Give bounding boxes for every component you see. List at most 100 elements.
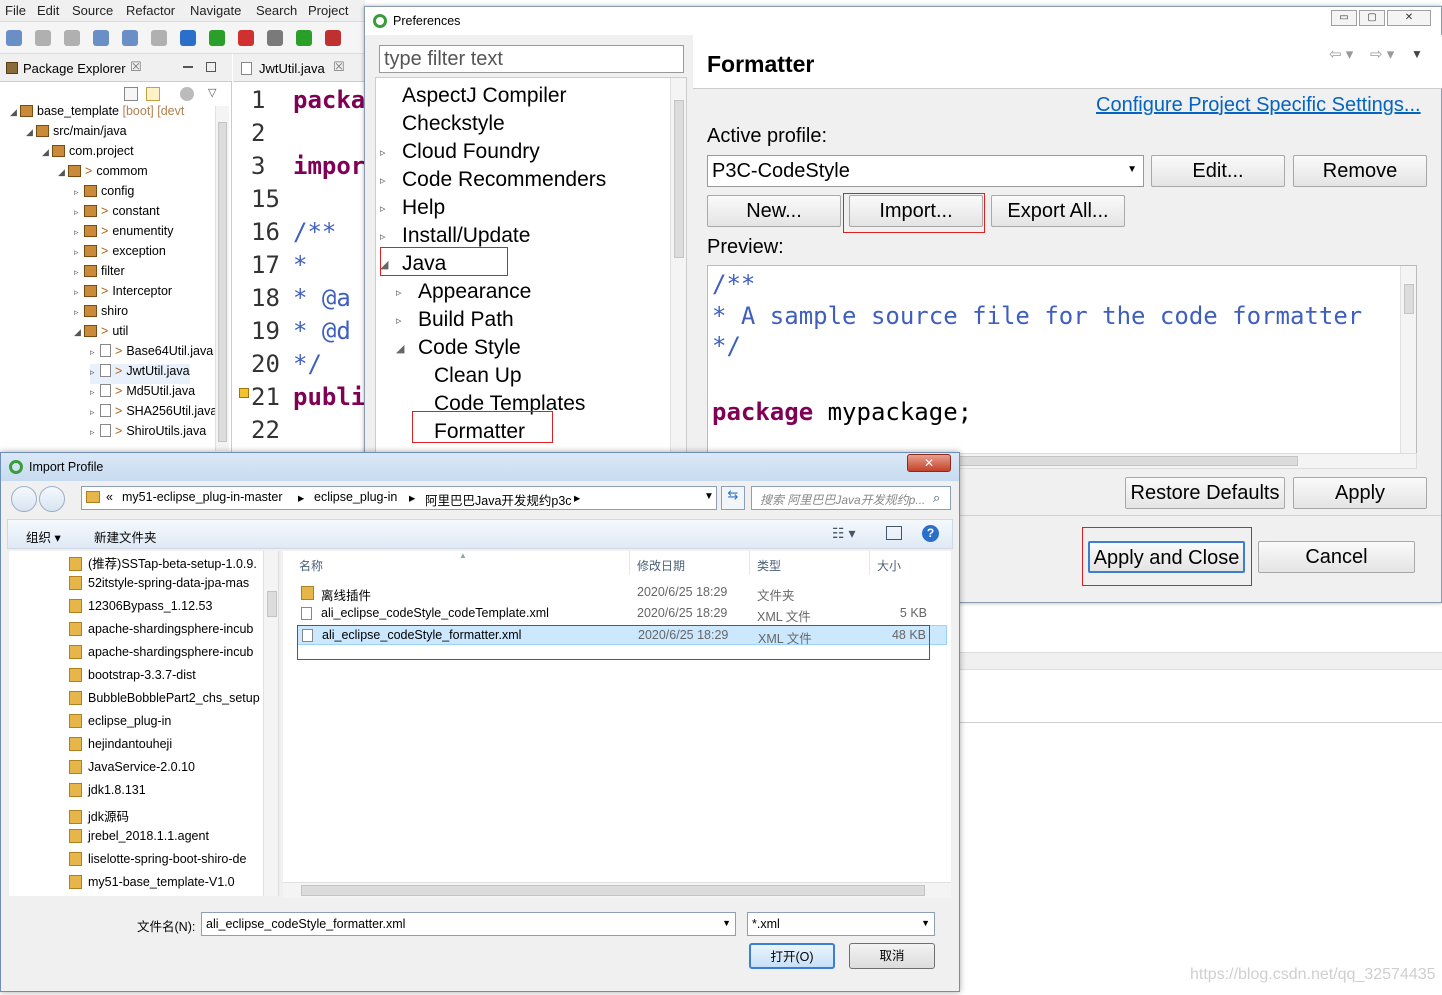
file-list-hscrollbar[interactable] — [283, 882, 951, 898]
folder-tree-item[interactable]: eclipse_plug-in — [69, 714, 171, 728]
expand-icon[interactable]: ▹ — [74, 247, 84, 258]
expand-icon[interactable]: ◢ — [10, 107, 20, 118]
folder-tree-item[interactable]: 52itstyle-spring-data-jpa-mas — [69, 576, 249, 590]
menu-navigate[interactable]: Navigate — [190, 3, 241, 18]
package-tree-item[interactable]: ▹ > constant — [74, 204, 160, 224]
maximize-button[interactable]: ▢ — [1359, 10, 1385, 26]
code-line[interactable]: * — [293, 251, 307, 279]
expand-icon[interactable]: ◢ — [74, 327, 84, 338]
preferences-tree-item[interactable]: AspectJ Compiler — [402, 84, 567, 108]
help-icon[interactable]: ? — [922, 525, 939, 542]
run-icon[interactable] — [209, 30, 225, 46]
file-list[interactable]: 名称 修改日期 类型 大小 ▲ 离线插件 2020/6/25 18:29 文件夹 al… — [283, 551, 951, 898]
menu-source[interactable]: Source — [72, 3, 113, 18]
pin-icon[interactable] — [122, 30, 138, 46]
package-tree-item[interactable]: ▹ > SHA256Util.java — [90, 404, 217, 424]
save-icon[interactable] — [35, 30, 51, 46]
expand-icon[interactable]: ▹ — [74, 307, 84, 318]
package-tree-item[interactable]: ▹ > enumentity — [74, 224, 173, 244]
close-button[interactable]: ✕ — [907, 454, 951, 472]
forward-icon[interactable]: ⇨ ▾ — [1370, 45, 1394, 63]
text-icon[interactable] — [180, 30, 196, 46]
preview-pane-icon[interactable] — [886, 526, 902, 540]
view-options-icon[interactable]: ☷ ▾ — [832, 525, 855, 542]
filter-input[interactable]: type filter text — [379, 45, 684, 73]
preferences-tree-item[interactable]: Help — [402, 196, 445, 220]
collapse-all-icon[interactable] — [124, 87, 138, 101]
play-icon[interactable] — [296, 30, 312, 46]
minimize-icon[interactable] — [183, 66, 193, 68]
expand-icon[interactable]: ▹ — [90, 427, 100, 438]
cancel-button[interactable]: 取消 — [849, 943, 935, 969]
package-tree-item[interactable]: ◢ > commom — [58, 164, 148, 184]
folder-tree-item[interactable]: 12306Bypass_1.12.53 — [69, 599, 212, 613]
back-button[interactable] — [11, 486, 37, 512]
expand-icon[interactable]: ▹ — [74, 227, 84, 238]
cancel-button[interactable]: Cancel — [1258, 541, 1415, 573]
package-tree-item[interactable]: ▹ > Base64Util.java — [90, 344, 213, 364]
preferences-tree-item[interactable]: Checkstyle — [402, 112, 505, 136]
folder-tree-item[interactable]: BubbleBobblePart2_chs_setup — [69, 691, 260, 705]
expand-icon[interactable]: ▹ — [380, 146, 386, 159]
maximize-icon[interactable] — [206, 62, 216, 72]
new-button[interactable]: New... — [707, 195, 841, 227]
code-line[interactable]: publi — [293, 383, 365, 411]
filetype-select[interactable]: *.xml ▼ — [747, 912, 935, 936]
new-folder-button[interactable]: 新建文件夹 — [94, 527, 157, 546]
preferences-tree-item[interactable]: Clean Up — [434, 364, 522, 388]
preferences-tree-item[interactable]: Code Style — [418, 336, 521, 360]
chevron-down-icon[interactable]: ▽ — [208, 86, 216, 99]
folder-tree-item[interactable]: jrebel_2018.1.1.agent — [69, 829, 209, 843]
path-segment[interactable]: my51-eclipse_plug-in-master — [122, 490, 282, 504]
save-all-icon[interactable] — [64, 30, 80, 46]
link-with-editor-icon[interactable] — [146, 87, 160, 101]
address-bar[interactable]: « my51-eclipse_plug-in-master ▸ eclipse_… — [81, 486, 717, 510]
expand-icon[interactable]: ▹ — [380, 174, 386, 187]
image-icon[interactable] — [151, 30, 167, 46]
package-tree-item[interactable]: ▹ > exception — [74, 244, 166, 264]
package-tree-item[interactable]: ◢ base_template [boot] [devt — [10, 104, 184, 124]
expand-icon[interactable]: ▹ — [74, 187, 84, 198]
expand-icon[interactable]: ▹ — [90, 347, 100, 358]
package-tree-item[interactable]: ▹ > Md5Util.java — [90, 384, 195, 404]
apply-button[interactable]: Apply — [1293, 477, 1427, 509]
column-type[interactable]: 类型 — [757, 557, 781, 574]
column-name[interactable]: 名称 — [299, 557, 323, 574]
active-profile-select[interactable]: P3C-CodeStyle ▼ — [707, 155, 1144, 187]
filename-input[interactable]: ali_eclipse_codeStyle_formatter.xml ▼ — [201, 912, 736, 936]
console-icon[interactable] — [93, 30, 109, 46]
forward-button[interactable] — [39, 486, 65, 512]
package-tree-item[interactable]: ◢ src/main/java — [26, 124, 127, 144]
chevron-down-icon[interactable]: ▼ — [722, 918, 731, 928]
debug-icon[interactable] — [267, 30, 283, 46]
folder-tree-item[interactable]: jdk1.8.131 — [69, 783, 146, 797]
tree-scrollbar[interactable] — [670, 78, 686, 456]
minimize-button[interactable]: ▭ — [1331, 10, 1357, 26]
expand-icon[interactable]: ▹ — [90, 367, 100, 378]
package-tree-item[interactable]: ▹ > ShiroUtils.java — [90, 424, 206, 444]
expand-icon[interactable]: ◢ — [58, 167, 68, 178]
restore-defaults-button[interactable]: Restore Defaults — [1125, 477, 1285, 509]
package-tree-item[interactable]: ▹ > JwtUtil.java — [90, 364, 190, 384]
folder-tree-item[interactable]: apache-shardingsphere-incub — [69, 645, 253, 659]
expand-icon[interactable]: ▹ — [74, 267, 84, 278]
menu-edit[interactable]: Edit — [37, 3, 59, 18]
package-tree-item[interactable]: ▹ filter — [74, 264, 125, 284]
code-line[interactable]: packa — [293, 86, 365, 114]
folder-tree-item[interactable]: my51-base_template-V1.0 — [69, 875, 235, 889]
package-tree-item[interactable]: ▹ config — [74, 184, 134, 204]
folder-tree-item[interactable]: (推荐)SSTap-beta-setup-1.0.9. — [69, 553, 257, 572]
menu-search[interactable]: Search — [256, 3, 297, 18]
preferences-tree-item[interactable]: Install/Update — [402, 224, 530, 248]
folder-tree-item[interactable]: jdk源码 — [69, 806, 129, 825]
code-line[interactable]: /** — [293, 218, 336, 246]
file-row[interactable]: ali_eclipse_codeStyle_codeTemplate.xml 20… — [297, 604, 947, 624]
organize-button[interactable]: 组织 ▾ — [26, 527, 61, 546]
expand-icon[interactable]: ▹ — [90, 387, 100, 398]
stop-icon[interactable] — [238, 30, 254, 46]
preview-scrollbar[interactable] — [1400, 266, 1416, 454]
search-icon[interactable]: ⌕ — [933, 490, 940, 506]
edit-button[interactable]: Edit... — [1151, 155, 1285, 187]
package-explorer-scrollbar[interactable] — [215, 106, 229, 451]
expand-icon[interactable]: ◢ — [396, 342, 404, 355]
